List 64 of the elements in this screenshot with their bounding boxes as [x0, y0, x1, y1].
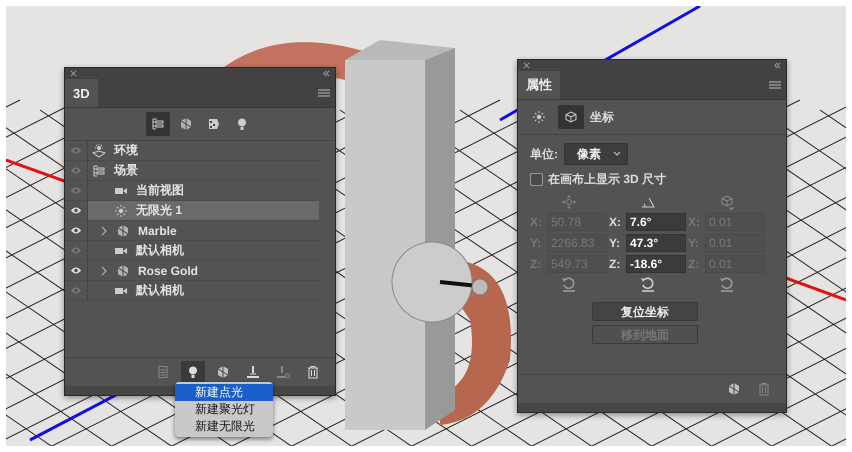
material-icon	[207, 117, 221, 131]
layer-item[interactable]: 场景	[88, 161, 319, 180]
checkbox-label: 在画布上显示 3D 尺寸	[548, 171, 666, 188]
menu-icon[interactable]	[769, 80, 781, 90]
mesh-icon	[116, 264, 130, 278]
bulb-icon	[235, 117, 249, 131]
unit-dropdown[interactable]: 像素	[564, 143, 628, 165]
mesh-icon	[179, 117, 193, 131]
close-icon[interactable]	[70, 70, 77, 77]
mesh-icon	[116, 224, 130, 238]
cube-icon	[718, 194, 734, 210]
scene-icon	[92, 164, 106, 178]
bulb-icon	[186, 365, 200, 379]
stamp-icon	[276, 365, 290, 379]
trash-icon	[757, 382, 771, 396]
menu-item[interactable]: 新建无限光	[175, 418, 273, 435]
layer-item[interactable]: 当前视图	[88, 181, 319, 200]
reset-icon[interactable]	[718, 276, 736, 292]
stamp-icon	[246, 365, 260, 379]
unit-label: 单位:	[530, 146, 558, 162]
axis-label: Z:	[609, 257, 622, 271]
mode-label: 坐标	[590, 108, 614, 126]
axis-label: Y:	[609, 236, 622, 250]
eye-icon[interactable]	[70, 226, 82, 235]
eye-icon[interactable]	[70, 266, 82, 275]
mesh-icon	[216, 365, 230, 379]
filter-button[interactable]	[146, 112, 170, 136]
menu-item[interactable]: 新建聚光灯	[175, 401, 273, 418]
input-field[interactable]: 47.3°	[626, 234, 686, 252]
chevron-icon[interactable]	[100, 266, 108, 276]
action-button[interactable]: 复位坐标	[592, 302, 698, 321]
checkbox[interactable]	[530, 173, 543, 186]
mesh-icon	[727, 382, 741, 396]
chevron-icon[interactable]	[100, 226, 108, 236]
trash-icon	[306, 365, 320, 379]
reset-icon[interactable]	[560, 276, 578, 292]
calculator-icon	[156, 365, 170, 379]
close-icon[interactable]	[523, 62, 530, 69]
panel-tab[interactable]: 属性	[518, 71, 560, 99]
layer-item[interactable]: 默认相机	[88, 241, 319, 260]
caret-icon	[613, 151, 621, 157]
eye-icon[interactable]	[70, 206, 82, 215]
layer-item[interactable]: 默认相机	[88, 281, 319, 300]
collapse-icon[interactable]	[323, 70, 330, 77]
collapse-icon[interactable]	[774, 62, 781, 69]
layer-item[interactable]: Rose Gold	[88, 261, 319, 280]
axis-label: X:	[609, 215, 622, 229]
toolbar-button[interactable]	[181, 361, 205, 383]
input-field[interactable]: -18.6°	[626, 255, 686, 273]
move-icon	[560, 194, 576, 210]
scene-icon	[151, 117, 165, 131]
menu-icon[interactable]	[318, 88, 330, 98]
menu-item[interactable]: 新建点光	[175, 384, 273, 401]
sun-icon	[114, 204, 128, 218]
layer-item[interactable]: Marble	[88, 221, 319, 240]
mode-button[interactable]	[558, 105, 584, 129]
input-field[interactable]: 7.6°	[626, 213, 686, 231]
layer-item[interactable]: 无限光 1	[88, 201, 319, 220]
reset-icon[interactable]	[638, 276, 656, 292]
environment-icon	[92, 144, 106, 158]
cube-icon	[564, 110, 578, 124]
sun-icon	[532, 110, 546, 124]
panel-tab[interactable]: 3D	[65, 79, 98, 107]
layer-item[interactable]: 环境	[88, 141, 319, 160]
